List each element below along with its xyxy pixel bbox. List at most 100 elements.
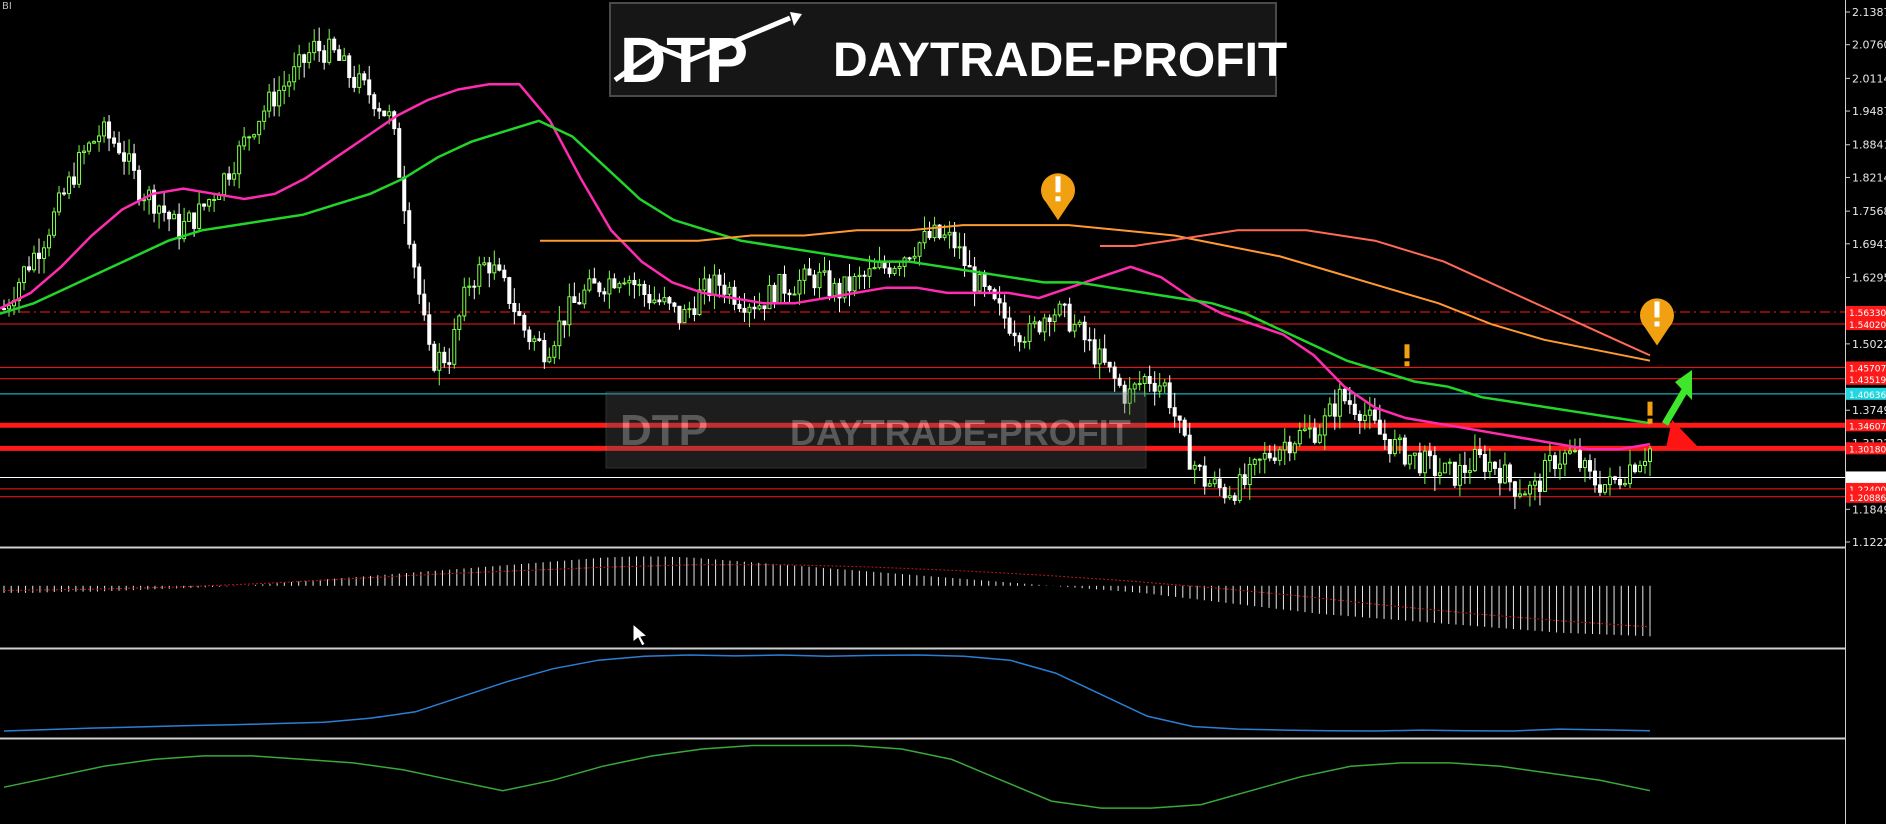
candle-body: [77, 151, 82, 185]
alert-bang-icon: [1647, 401, 1653, 416]
candle-body: [697, 289, 702, 316]
candle-body: [1422, 450, 1427, 474]
candle-body: [237, 145, 242, 175]
candle-body: [632, 279, 637, 286]
candle-body: [1212, 478, 1217, 485]
candle-body: [132, 153, 137, 171]
candle-body: [1047, 317, 1052, 323]
candle-body: [1527, 484, 1532, 495]
axis-tick-label: 1.37490: [1852, 404, 1886, 417]
candle-body: [412, 243, 417, 268]
candle-body: [2, 308, 6, 311]
candle-body: [832, 282, 837, 297]
candle-body: [187, 212, 192, 222]
candle-body: [127, 153, 132, 162]
candle-body: [1582, 460, 1587, 469]
logo-name: DAYTRADE-PROFIT: [833, 34, 1287, 87]
candle-body: [667, 297, 672, 304]
alert-dot-icon: [1055, 196, 1061, 202]
candle-body: [1497, 467, 1502, 484]
candle-body: [1627, 464, 1632, 485]
candle-body: [1567, 450, 1572, 454]
candle-body: [7, 305, 12, 310]
price-tag-label: 1.20886: [1849, 494, 1886, 504]
candle-body: [1382, 433, 1387, 441]
alert-bang-icon: [1055, 176, 1061, 193]
candle-body: [1387, 439, 1392, 455]
axis-tick-label: 1.75680: [1852, 205, 1886, 218]
candle-body: [437, 351, 442, 371]
candle-body: [487, 262, 492, 274]
candle-body: [482, 262, 487, 266]
candle-body: [852, 275, 857, 292]
candle-body: [1432, 455, 1437, 476]
candle-body: [1227, 495, 1232, 499]
candle-body: [67, 176, 72, 195]
candle-body: [1452, 461, 1457, 486]
candle-body: [1507, 464, 1512, 483]
candle-body: [402, 176, 407, 212]
candle-body: [582, 289, 587, 305]
candle-body: [287, 81, 292, 87]
candle-body: [572, 296, 577, 303]
candle-body: [462, 286, 467, 317]
candle-body: [1437, 472, 1442, 476]
candle-body: [1067, 303, 1072, 332]
alert-icon: [1404, 344, 1410, 367]
candle-body: [122, 152, 127, 162]
candle-body: [862, 274, 867, 277]
axis-tick-label: 2.01140: [1852, 72, 1886, 85]
candle-body: [1017, 335, 1022, 343]
candle-body: [1327, 403, 1332, 417]
candle-body: [1207, 483, 1212, 487]
candle-body: [1572, 450, 1577, 453]
candle-body: [1532, 480, 1537, 486]
candle-body: [1332, 403, 1337, 417]
candle-body: [292, 66, 297, 83]
candle-body: [27, 266, 32, 271]
candle-body: [397, 128, 402, 178]
candle-body: [1292, 443, 1297, 454]
candle-body: [1167, 382, 1172, 409]
candle-body: [1302, 428, 1307, 431]
candle-body: [982, 274, 987, 287]
candle-body: [417, 266, 422, 295]
candle-body: [1342, 388, 1347, 402]
candle-body: [342, 55, 347, 61]
candle-body: [247, 136, 252, 139]
candle-body: [547, 356, 552, 363]
candle-body: [732, 286, 737, 305]
candle-body: [1087, 339, 1092, 342]
candle-body: [1642, 461, 1647, 466]
candle-body: [587, 278, 592, 291]
candle-body: [317, 40, 322, 52]
candle-body: [432, 343, 437, 371]
candle-body: [607, 278, 612, 295]
candle-body: [1007, 317, 1012, 334]
candle-body: [672, 302, 677, 307]
candle-body: [807, 268, 812, 276]
candle-body: [702, 278, 707, 291]
candle-body: [277, 89, 282, 107]
candle-body: [772, 284, 777, 305]
candle-body: [857, 274, 862, 277]
candle-body: [1407, 454, 1412, 465]
candle-body: [42, 247, 47, 259]
candle-body: [1262, 452, 1267, 460]
candle-body: [1317, 434, 1322, 443]
candle-body: [657, 299, 662, 303]
candle-body: [872, 267, 877, 270]
candle-body: [57, 192, 62, 213]
candle-body: [312, 40, 317, 54]
candle-body: [1272, 457, 1277, 461]
candle-body: [1552, 455, 1557, 470]
candle-body: [347, 55, 352, 78]
candle-body: [327, 38, 332, 63]
candle-body: [1182, 419, 1187, 436]
candle-body: [712, 274, 717, 296]
candle-body: [637, 283, 642, 286]
candle-body: [1522, 493, 1527, 496]
candle-body: [1637, 464, 1642, 473]
watermark-mark: DTP: [620, 406, 708, 455]
candle-body: [377, 108, 382, 112]
